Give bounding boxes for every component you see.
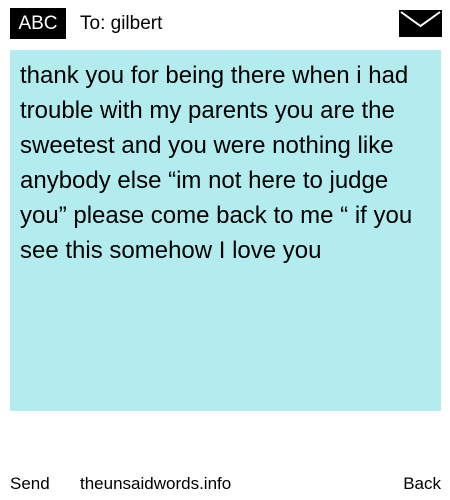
message-body[interactable]: thank you for being there when i had tro…	[10, 50, 441, 411]
send-button[interactable]: Send	[10, 473, 50, 495]
input-mode-badge[interactable]: ABC	[10, 8, 66, 39]
site-link[interactable]: theunsaidwords.info	[80, 473, 231, 495]
back-button[interactable]: Back	[403, 473, 441, 495]
envelope-icon	[399, 10, 442, 37]
recipient-label: To: gilbert	[80, 13, 163, 34]
message-text: thank you for being there when i had tro…	[20, 62, 413, 264]
